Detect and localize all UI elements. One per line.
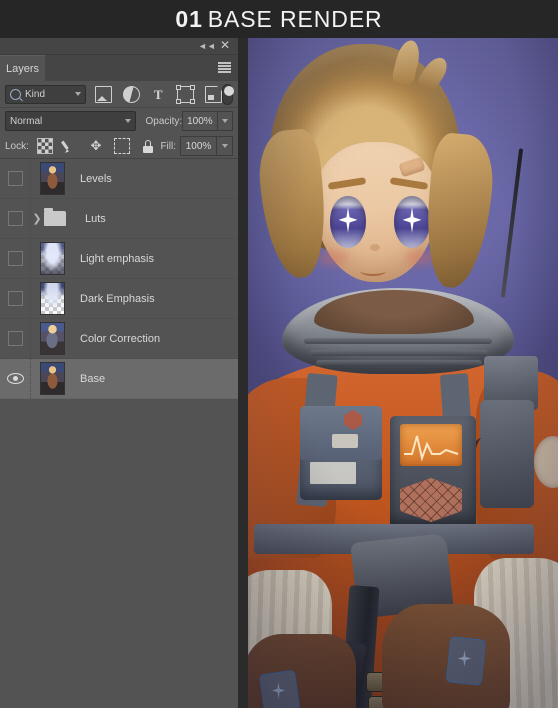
chevron-right-icon[interactable]: ❯ [31, 212, 43, 225]
layer-visibility-cell[interactable] [0, 159, 31, 198]
layer-thumbnail-cell[interactable] [31, 279, 73, 318]
toggle-knob [223, 85, 234, 96]
transparent-pixels-lock-icon[interactable] [36, 138, 53, 154]
table-row[interactable]: Light emphasis [0, 239, 238, 279]
panel-titlebar: ◄◄ ✕ [0, 38, 238, 55]
film-grain-overlay [248, 38, 558, 708]
layer-visibility-cell[interactable] [0, 359, 31, 398]
position-lock-icon[interactable]: ✥ [89, 139, 103, 153]
filter-icon-group: T [94, 84, 222, 104]
image-pixels-lock-icon[interactable] [64, 139, 78, 153]
lock-row: Lock: ✥ Fill: 100% [0, 134, 238, 159]
eye-icon[interactable] [6, 373, 24, 384]
smart-object-filter-icon[interactable] [204, 85, 222, 103]
layer-thumbnail-cell[interactable] [31, 319, 73, 358]
layer-name: Dark Emphasis [80, 292, 155, 305]
filter-kind-label: Kind [25, 88, 46, 100]
layer-list-empty-area [0, 399, 238, 708]
artwork-canvas [248, 38, 558, 708]
menu-line [218, 65, 231, 67]
opacity-label: Opacity: [145, 115, 183, 127]
table-row[interactable]: Dark Emphasis [0, 279, 238, 319]
layer-name: Base [80, 372, 106, 385]
table-row[interactable]: ❯ Luts [0, 199, 238, 239]
layer-visibility-cell[interactable] [0, 319, 31, 358]
layer-thumbnail [39, 322, 65, 355]
layer-name: Luts [85, 212, 106, 225]
table-row[interactable]: Levels [0, 159, 238, 199]
tab-layers[interactable]: Layers [0, 55, 45, 81]
handle [175, 84, 181, 90]
chevron-down-icon [74, 92, 81, 96]
layer-name: Color Correction [80, 332, 161, 345]
search-icon [10, 88, 21, 100]
panel-gutter [238, 38, 248, 708]
chevron-down-icon [125, 119, 132, 123]
table-row[interactable]: Color Correction [0, 319, 238, 359]
type-filter-icon[interactable]: T [151, 87, 166, 102]
opacity-stepper[interactable] [217, 111, 233, 131]
eye-icon-off [7, 291, 23, 306]
menu-line [218, 62, 231, 64]
layer-filter-row: Kind T [0, 81, 238, 108]
blend-mode-value: Normal [10, 115, 43, 127]
handle [175, 98, 181, 104]
close-icon[interactable]: ✕ [218, 39, 232, 52]
handle [189, 98, 195, 104]
lock-label: Lock: [5, 140, 29, 152]
eye-icon-off [7, 331, 23, 346]
blend-mode-select[interactable]: Normal [5, 111, 137, 131]
page-title: 01 BASE RENDER [175, 6, 382, 33]
workspace-left: ◄◄ ✕ Layers Kind T Normal Opacity: 100% … [0, 38, 248, 708]
panel-tab-row: Layers [0, 55, 238, 81]
page-title-number: 01 [175, 5, 203, 32]
menu-line [218, 68, 231, 70]
adjustment-filter-icon[interactable] [122, 85, 140, 103]
layer-thumbnail [39, 282, 65, 315]
eye-icon-off [7, 171, 23, 186]
layer-name: Light emphasis [80, 252, 154, 265]
page-title-text: BASE RENDER [207, 5, 383, 32]
astronaut-character-render [248, 38, 558, 708]
fill-label: Fill: [160, 140, 176, 152]
blend-mode-row: Normal Opacity: 100% [0, 108, 238, 134]
artboard-nesting-lock-icon[interactable] [113, 138, 130, 154]
shape-filter-icon[interactable] [175, 84, 195, 104]
double-left-chevron-icon[interactable]: ◄◄ [198, 41, 216, 51]
thumbnail-overlay [40, 243, 64, 274]
tab-layers-label: Layers [5, 62, 40, 75]
layer-visibility-cell[interactable] [0, 279, 31, 318]
layer-list: Levels ❯ Luts Light emphasis Dark Emphas… [0, 159, 238, 399]
table-row[interactable]: Base [0, 359, 238, 399]
folder-icon [44, 208, 66, 226]
layers-panel: ◄◄ ✕ Layers Kind T Normal Opacity: 100% … [0, 38, 238, 708]
eye-icon-off [7, 211, 23, 226]
thumbnail-overlay [40, 283, 64, 314]
menu-line [218, 71, 231, 73]
layer-name: Levels [80, 172, 112, 185]
filter-kind-select[interactable]: Kind [5, 84, 86, 104]
opacity-input[interactable]: 100% [182, 111, 218, 131]
layer-thumbnail [39, 242, 65, 275]
layer-thumbnail [39, 162, 65, 195]
fill-stepper[interactable] [217, 136, 233, 156]
image-filter-icon[interactable] [94, 85, 112, 103]
chevron-down-icon [221, 119, 228, 123]
layer-thumbnail-cell[interactable] [31, 359, 73, 398]
layer-thumbnail-cell[interactable] [31, 239, 73, 278]
layer-thumbnail [39, 362, 65, 395]
eye-icon-off [7, 251, 23, 266]
lock-icon-group: ✥ [36, 138, 155, 154]
lock-all-icon[interactable] [141, 139, 155, 153]
layer-visibility-cell[interactable] [0, 199, 31, 238]
layer-thumbnail-cell[interactable] [31, 159, 73, 198]
panel-menu-icon[interactable] [218, 62, 231, 73]
layer-visibility-cell[interactable] [0, 239, 31, 278]
title-bar: 01 BASE RENDER [0, 0, 558, 38]
fill-input[interactable]: 100% [180, 136, 217, 156]
filter-enable-toggle[interactable] [221, 83, 234, 105]
chevron-down-icon [221, 144, 228, 148]
layer-group-cell[interactable]: ❯ [31, 199, 73, 238]
handle [189, 84, 195, 90]
